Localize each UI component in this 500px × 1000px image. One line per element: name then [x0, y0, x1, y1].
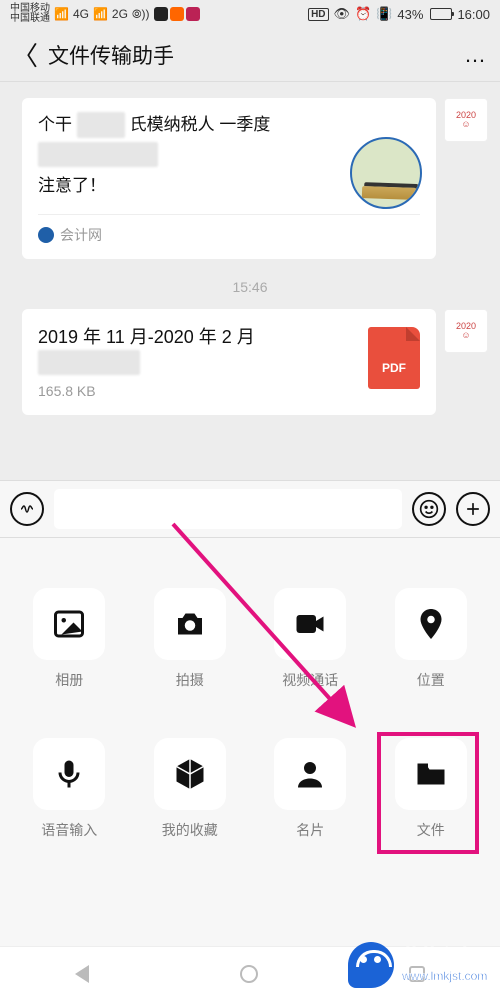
vibrate-icon: 📳 [376, 6, 392, 22]
link-bubble[interactable]: 个干 ████ 氏模纳税人 一季度 ██████████ 注意了！ 会计网 [22, 98, 436, 259]
sender-avatar[interactable]: 2020☺ [444, 309, 488, 353]
attach-label: 语音输入 [41, 820, 97, 840]
attach-label: 名片 [296, 820, 324, 840]
signal-icon: 📶 [54, 7, 69, 21]
file-size: 165.8 KB [38, 383, 420, 399]
redacted-text: ████████ [38, 350, 140, 375]
attach-label: 拍摄 [176, 670, 204, 690]
more-button[interactable]: … [464, 42, 488, 68]
attach-label: 位置 [417, 670, 445, 690]
video-icon [292, 606, 328, 642]
source-icon [38, 227, 54, 243]
tray-app-icons [154, 7, 200, 21]
attach-album[interactable]: 相册 [14, 588, 125, 690]
file-bubble[interactable]: 2019 年 11 月-2020 年 2 月 ████████ 165.8 KB… [22, 309, 436, 415]
attach-video-call[interactable]: 视频通话 [255, 588, 366, 690]
plus-button[interactable] [456, 492, 490, 526]
source-label: 会计网 [60, 225, 102, 245]
attach-label: 相册 [55, 670, 83, 690]
redacted-text: ██████████ [38, 142, 158, 168]
alarm-icon: ⏰ [355, 6, 371, 22]
message-input[interactable] [54, 489, 402, 529]
sender-avatar[interactable]: 2020☺ [444, 98, 488, 142]
status-bar: 中国移动 中国联通 📶 4G 📶 2G ⦾)) HD 👁 ⏰ 📳 43% 16:… [0, 0, 500, 28]
wifi-icon: ⦾)) [132, 7, 150, 22]
chat-title: 文件传输助手 [48, 40, 464, 70]
annotation-highlight [377, 732, 479, 854]
battery-icon [428, 8, 452, 20]
chat-header: 〈 文件传输助手 … [0, 28, 500, 82]
image-icon [51, 606, 87, 642]
network-2: 2G [112, 7, 128, 21]
nav-home[interactable] [240, 965, 258, 983]
status-left: 中国移动 中国联通 📶 4G 📶 2G ⦾)) [10, 4, 200, 24]
attach-label: 我的收藏 [162, 820, 218, 840]
back-button[interactable]: 〈 [12, 36, 38, 73]
attach-label: 视频通话 [282, 670, 338, 690]
attach-camera[interactable]: 拍摄 [135, 588, 246, 690]
carrier-stack: 中国移动 中国联通 [10, 4, 50, 24]
voice-toggle-button[interactable] [10, 492, 44, 526]
nav-back[interactable] [75, 965, 89, 983]
status-time: 16:00 [457, 7, 490, 22]
system-nav-bar [0, 946, 500, 1000]
status-right: HD 👁 ⏰ 📳 43% 16:00 [308, 6, 490, 22]
file-title: 2019 年 11 月-2020 年 2 月 ████████ [38, 325, 420, 375]
link-line-1: 个干 ████ 氏模纳税人 一季度 [38, 112, 420, 138]
battery-percent: 43% [397, 7, 423, 22]
signal-icon-2: 📶 [93, 7, 108, 21]
timestamp: 15:46 [0, 279, 500, 295]
attach-contact-card[interactable]: 名片 [255, 738, 366, 840]
network-1: 4G [73, 7, 89, 21]
redacted-text: ████ [77, 112, 125, 138]
nav-recent[interactable] [409, 966, 425, 982]
message-file[interactable]: 2019 年 11 月-2020 年 2 月 ████████ 165.8 KB… [0, 303, 500, 421]
person-icon [292, 756, 328, 792]
chat-body[interactable]: 个干 ████ 氏模纳税人 一季度 ██████████ 注意了！ 会计网 20… [0, 82, 500, 421]
attach-location[interactable]: 位置 [376, 588, 487, 690]
emoji-button[interactable] [412, 492, 446, 526]
smile-icon [419, 499, 439, 519]
input-bar [0, 480, 500, 538]
cube-icon [172, 756, 208, 792]
pdf-icon: PDF [368, 327, 420, 389]
eye-icon: 👁 [334, 6, 351, 22]
mic-icon [51, 756, 87, 792]
carrier-2: 中国联通 [10, 14, 50, 24]
message-link-card[interactable]: 个干 ████ 氏模纳税人 一季度 ██████████ 注意了！ 会计网 20… [0, 92, 500, 265]
sound-wave-icon [18, 500, 36, 518]
location-icon [413, 606, 449, 642]
hd-badge: HD [308, 8, 328, 21]
camera-icon [172, 606, 208, 642]
attach-favorites[interactable]: 我的收藏 [135, 738, 246, 840]
attach-voice-input[interactable]: 语音输入 [14, 738, 125, 840]
plus-icon [463, 499, 483, 519]
link-source-row: 会计网 [38, 214, 420, 245]
link-thumbnail [350, 137, 422, 209]
